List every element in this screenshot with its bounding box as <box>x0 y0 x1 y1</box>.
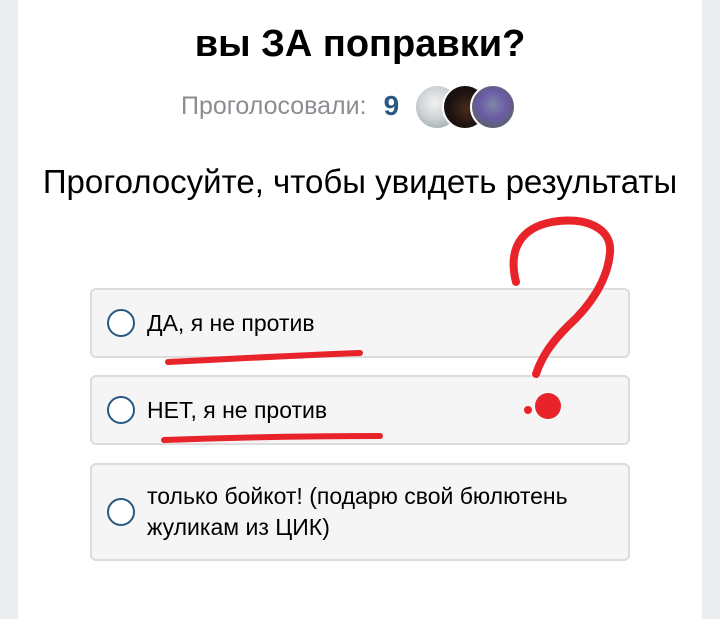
poll-option-yes[interactable]: ДА, я не против <box>90 288 630 358</box>
avatar[interactable] <box>470 84 517 130</box>
voted-label: Проголосовали: <box>181 91 367 120</box>
poll-option-label: ДА, я не против <box>147 309 315 336</box>
radio-unselected-icon[interactable] <box>107 396 135 424</box>
poll-option-label: только бойкот! (подарю свой бюлютень жул… <box>147 483 568 540</box>
voters-summary[interactable]: Проголосовали: 9 <box>181 83 517 130</box>
voted-count[interactable]: 9 <box>384 90 400 122</box>
radio-unselected-icon[interactable] <box>107 309 135 337</box>
vote-prompt: Проголосуйте, чтобы увидеть результаты <box>42 163 678 200</box>
poll-option-label: НЕТ, я не против <box>147 396 328 423</box>
poll-option-boycott[interactable]: только бойкот! (подарю свой бюлютень жул… <box>90 463 630 561</box>
poll-option-no[interactable]: НЕТ, я не против <box>90 375 630 445</box>
poll-title: вы ЗА поправки? <box>194 23 526 65</box>
radio-unselected-icon[interactable] <box>107 498 135 526</box>
voter-avatars[interactable] <box>414 83 517 130</box>
